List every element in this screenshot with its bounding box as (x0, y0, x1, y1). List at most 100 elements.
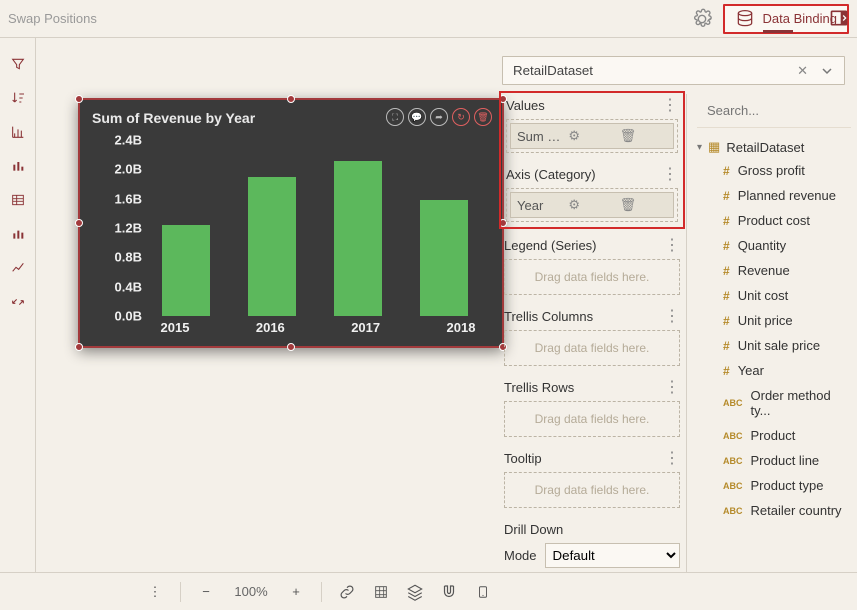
magnet-button[interactable] (436, 579, 462, 605)
values-chip[interactable]: Sum of Revenue ⚙ 🗑 (510, 123, 674, 149)
chart-card[interactable]: Sum of Revenue by Year ⛶ 💬 ➦ ↻ 🗑 2.4B2.0… (78, 98, 504, 348)
sort-button[interactable] (6, 86, 30, 110)
trellis-rows-title: Trellis Rows (504, 380, 664, 395)
field-item[interactable]: ABC Product line (697, 448, 851, 473)
trellis-rows-dropzone[interactable]: Drag data fields here. (504, 401, 680, 437)
column-button[interactable] (6, 154, 30, 178)
stacked-chart-icon (10, 226, 26, 242)
drilldown-title: Drill Down (504, 522, 680, 537)
layers-button[interactable] (402, 579, 428, 605)
trellis-cols-more-button[interactable]: ⋮ (664, 312, 680, 322)
x-label: 2015 (150, 320, 200, 338)
number-field-icon: # (723, 189, 730, 203)
text-field-icon: ABC (723, 481, 743, 491)
values-more-button[interactable]: ⋮ (662, 101, 678, 111)
chip-delete-button[interactable]: 🗑 (620, 197, 667, 213)
filter-button[interactable] (6, 52, 30, 76)
chart-comment-button[interactable]: 💬 (408, 108, 426, 126)
dataset-root-label: RetailDataset (726, 140, 804, 155)
bar-chart-icon (10, 124, 26, 140)
zoom-in-button[interactable]: + (283, 579, 309, 605)
axis-chip[interactable]: Year ⚙ 🗑 (510, 192, 674, 218)
dataset-root[interactable]: ▾ ▦ RetailDataset (697, 136, 851, 158)
field-search[interactable] (697, 98, 851, 128)
legend-title: Legend (Series) (504, 238, 664, 253)
panel-toggle-button[interactable] (827, 6, 851, 30)
field-item[interactable]: ABC Product type (697, 473, 851, 498)
field-item[interactable]: ABCProduct (697, 423, 851, 448)
field-item[interactable]: #Revenue (697, 258, 851, 283)
field-item[interactable]: #Quantity (697, 233, 851, 258)
field-item[interactable]: # Year (697, 358, 851, 383)
line-button[interactable] (6, 256, 30, 280)
legend-more-button[interactable]: ⋮ (664, 241, 680, 251)
dataset-dropdown-button[interactable] (818, 66, 836, 76)
drill-mode-label: Mode (504, 548, 537, 563)
canvas[interactable]: Sum of Revenue by Year ⛶ 💬 ➦ ↻ 🗑 2.4B2.0… (36, 38, 496, 572)
field-item[interactable]: #Unit price (697, 308, 851, 333)
field-item[interactable]: #Unit sale price (697, 333, 851, 358)
text-field-icon: ABC (723, 431, 743, 441)
field-label: Year (738, 363, 764, 378)
link-button[interactable] (334, 579, 360, 605)
settings-button[interactable] (687, 4, 717, 34)
layers-icon (406, 583, 424, 601)
trellis-rows-more-button[interactable]: ⋮ (664, 383, 680, 393)
expand-button[interactable] (6, 290, 30, 314)
panel-collapse-icon (829, 8, 849, 28)
text-field-icon: ABC (723, 506, 743, 516)
text-field-icon: ABC (723, 456, 743, 466)
bar-h-button[interactable] (6, 120, 30, 144)
bar[interactable] (162, 225, 210, 316)
field-item[interactable]: ABCRetailer country (697, 498, 851, 523)
trellis-cols-title: Trellis Columns (504, 309, 664, 324)
bottom-more-button[interactable]: ⋮ (142, 579, 168, 605)
field-label: Gross profit (738, 163, 805, 178)
chip-delete-button[interactable]: 🗑 (620, 128, 667, 144)
dataset-input[interactable] (511, 62, 787, 79)
line-chart-icon (10, 260, 26, 276)
device-button[interactable] (470, 579, 496, 605)
x-label: 2017 (341, 320, 391, 338)
field-label: Quantity (738, 238, 786, 253)
field-label: Unit cost (738, 288, 789, 303)
chip-settings-button[interactable]: ⚙ (568, 128, 615, 144)
zoom-out-button[interactable]: − (193, 579, 219, 605)
bar[interactable] (420, 200, 468, 316)
chart-refresh-button[interactable]: ↻ (452, 108, 470, 126)
field-label: Product type (751, 478, 824, 493)
grid-button[interactable] (368, 579, 394, 605)
values-dropzone[interactable]: Sum of Revenue ⚙ 🗑 (506, 119, 678, 153)
axis-more-button[interactable]: ⋮ (662, 170, 678, 180)
bar[interactable] (334, 161, 382, 316)
chart-fullscreen-button[interactable]: ⛶ (386, 108, 404, 126)
tooltip-more-button[interactable]: ⋮ (664, 454, 680, 464)
dataset-clear-button[interactable]: ✕ (793, 63, 812, 79)
gear-icon (691, 8, 713, 30)
field-label: Order method ty... (751, 388, 852, 418)
tooltip-section: Tooltip⋮ Drag data fields here. (504, 451, 680, 508)
tooltip-dropzone[interactable]: Drag data fields here. (504, 472, 680, 508)
table-button[interactable] (6, 188, 30, 212)
chart-delete-button[interactable]: 🗑 (474, 108, 492, 126)
stacked-button[interactable] (6, 222, 30, 246)
chart-share-button[interactable]: ➦ (430, 108, 448, 126)
field-item[interactable]: #Gross profit (697, 158, 851, 183)
drill-mode-select[interactable]: Default (545, 543, 680, 568)
field-label: Product line (751, 453, 820, 468)
axis-dropzone[interactable]: Year ⚙ 🗑 (506, 188, 678, 222)
legend-section: Legend (Series)⋮ Drag data fields here. (504, 238, 680, 295)
field-item[interactable]: #Product cost (697, 208, 851, 233)
field-search-input[interactable] (705, 102, 857, 119)
legend-dropzone[interactable]: Drag data fields here. (504, 259, 680, 295)
field-item[interactable]: ABCOrder method ty... (697, 383, 851, 423)
x-label: 2016 (245, 320, 295, 338)
chip-settings-button[interactable]: ⚙ (568, 197, 615, 213)
bar[interactable] (248, 177, 296, 316)
zoom-level: 100% (227, 584, 275, 599)
number-field-icon: # (723, 364, 730, 378)
trellis-cols-dropzone[interactable]: Drag data fields here. (504, 330, 680, 366)
field-item[interactable]: #Unit cost (697, 283, 851, 308)
field-item[interactable]: #Planned revenue (697, 183, 851, 208)
dataset-selector[interactable]: ✕ (502, 56, 845, 85)
